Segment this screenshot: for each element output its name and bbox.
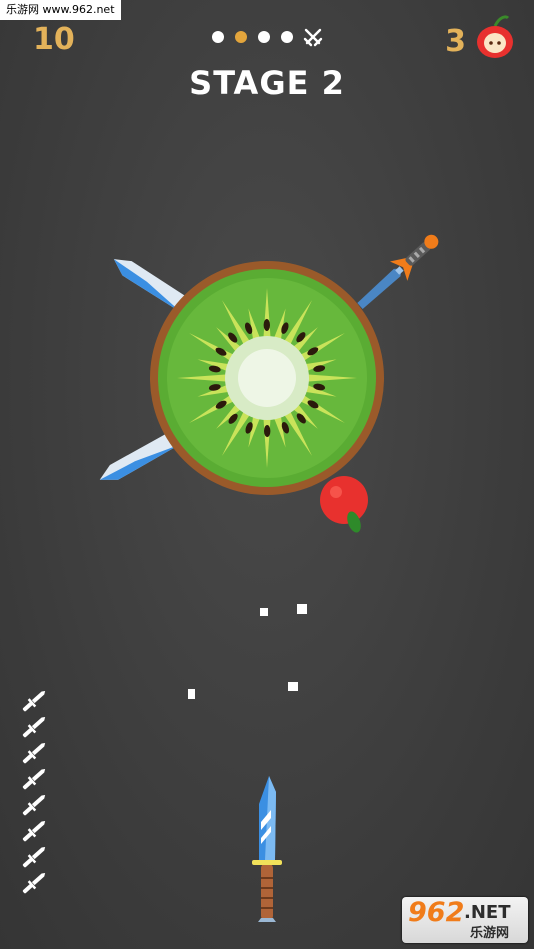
stuck-sword — [357, 234, 439, 309]
apple-target — [320, 476, 368, 533]
remaining-knife-icon — [22, 768, 46, 790]
kiwi-seed — [263, 319, 271, 331]
debris-chip — [188, 689, 195, 699]
player-knife — [252, 776, 282, 922]
debris-chip — [288, 682, 298, 691]
remaining-knife-icon — [22, 820, 46, 842]
site-logo: 962 .NET 乐游网 — [402, 897, 528, 943]
remaining-knives — [18, 688, 52, 896]
kiwi-seed — [263, 425, 271, 437]
remaining-knife-icon — [22, 872, 46, 894]
remaining-knife-icon — [22, 794, 46, 816]
remaining-knife-icon — [22, 690, 46, 712]
debris-chip — [260, 608, 268, 616]
kiwi-target — [150, 261, 384, 495]
game-board — [99, 234, 439, 922]
remaining-knife-icon — [22, 846, 46, 868]
debris-chip — [297, 604, 307, 614]
remaining-knife-icon — [22, 716, 46, 738]
remaining-knife-icon — [22, 742, 46, 764]
